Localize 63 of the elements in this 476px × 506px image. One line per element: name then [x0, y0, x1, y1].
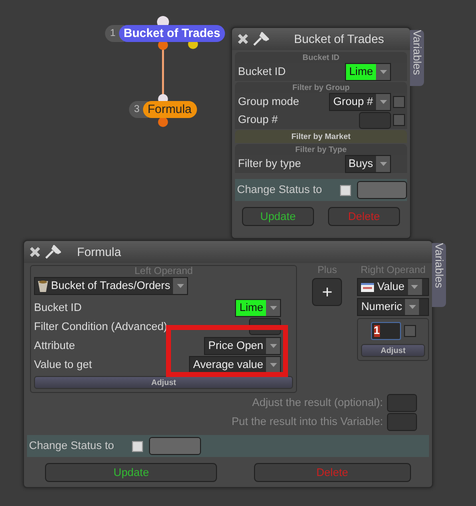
- section-header: Filter by Type: [235, 144, 407, 155]
- dropdown[interactable]: Bucket of Trades/Orders: [34, 277, 188, 295]
- caret-icon: [376, 64, 390, 80]
- field-label: Filter Condition (Advanced): [34, 320, 168, 332]
- pin-icon[interactable]: [45, 245, 61, 259]
- caret-icon: [266, 356, 280, 372]
- close-icon[interactable]: [29, 246, 41, 258]
- variables-tab[interactable]: Variables: [410, 30, 424, 86]
- variables-tab[interactable]: Variables: [432, 243, 446, 307]
- field-label: Adjust the result (optional):: [252, 397, 383, 409]
- field-label: Change Status to: [28, 440, 114, 452]
- dropdown[interactable]: Numeric: [357, 298, 429, 316]
- operator-button[interactable]: +: [312, 278, 342, 306]
- caret-icon: [376, 94, 390, 110]
- field-label: Group #: [237, 114, 278, 126]
- update-button[interactable]: Update: [242, 207, 314, 226]
- update-button[interactable]: Update: [45, 463, 218, 482]
- adjust-button[interactable]: Adjust: [34, 376, 294, 389]
- input-field[interactable]: [387, 394, 417, 412]
- section-header: Filter by Market: [235, 130, 407, 143]
- caret-icon: [266, 300, 280, 316]
- node-label[interactable]: Bucket of Trades: [118, 25, 226, 42]
- field-label: Group mode: [237, 96, 300, 108]
- node-label[interactable]: Formula: [142, 101, 197, 118]
- number-field[interactable]: 1: [370, 322, 401, 340]
- dropdown[interactable]: Group #: [329, 93, 391, 111]
- checkbox[interactable]: [340, 184, 352, 196]
- input-field[interactable]: [359, 112, 391, 128]
- dropdown[interactable]: Lime: [235, 298, 282, 316]
- caret-icon: [173, 278, 188, 294]
- input-field[interactable]: [149, 437, 202, 455]
- caret-icon: [405, 299, 420, 315]
- checkbox[interactable]: [393, 96, 405, 108]
- field-label: Filter by type: [237, 158, 301, 170]
- field-label: Value to get: [34, 358, 92, 370]
- port-dot[interactable]: [158, 117, 168, 127]
- field-label: Put the result into this Variable:: [232, 416, 383, 428]
- caret-icon: [376, 156, 390, 172]
- adjust-button[interactable]: Adjust: [361, 344, 425, 357]
- dropdown[interactable]: Value: [357, 278, 429, 296]
- caret-icon: [408, 279, 422, 295]
- dropdown[interactable]: Average value: [189, 356, 282, 374]
- value-icon: [361, 282, 374, 292]
- checkbox[interactable]: [132, 440, 144, 452]
- field-label: Attribute: [34, 340, 75, 352]
- dropdown[interactable]: Lime: [345, 63, 391, 81]
- input-field[interactable]: [387, 413, 417, 431]
- dropdown[interactable]: Price Open: [204, 336, 282, 354]
- close-icon[interactable]: [237, 33, 249, 45]
- field-label: Bucket ID: [237, 66, 286, 78]
- window-title: Bucket of Trades: [292, 32, 386, 46]
- section-header: Bucket ID: [235, 52, 407, 63]
- pin-icon[interactable]: [253, 32, 269, 46]
- section-header: Filter by Group: [235, 82, 407, 93]
- checkbox[interactable]: [393, 114, 405, 126]
- bucket-icon: [38, 280, 48, 292]
- input-field[interactable]: [357, 181, 407, 199]
- dropdown[interactable]: Buys: [344, 155, 391, 173]
- window-title: Formula: [76, 245, 122, 259]
- field-label: Bucket ID: [34, 302, 82, 314]
- field-label: Change Status to: [236, 184, 322, 196]
- caret-icon: [266, 338, 280, 354]
- checkbox[interactable]: [404, 325, 416, 337]
